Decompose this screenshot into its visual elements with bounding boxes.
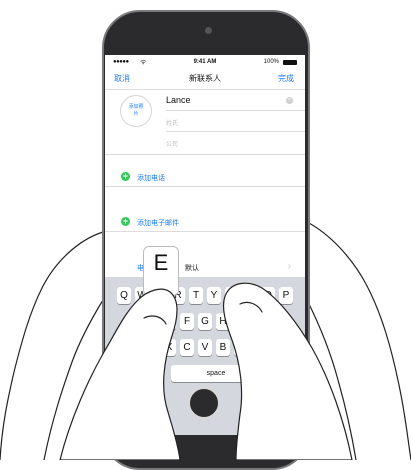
home-button[interactable]: [188, 387, 220, 419]
